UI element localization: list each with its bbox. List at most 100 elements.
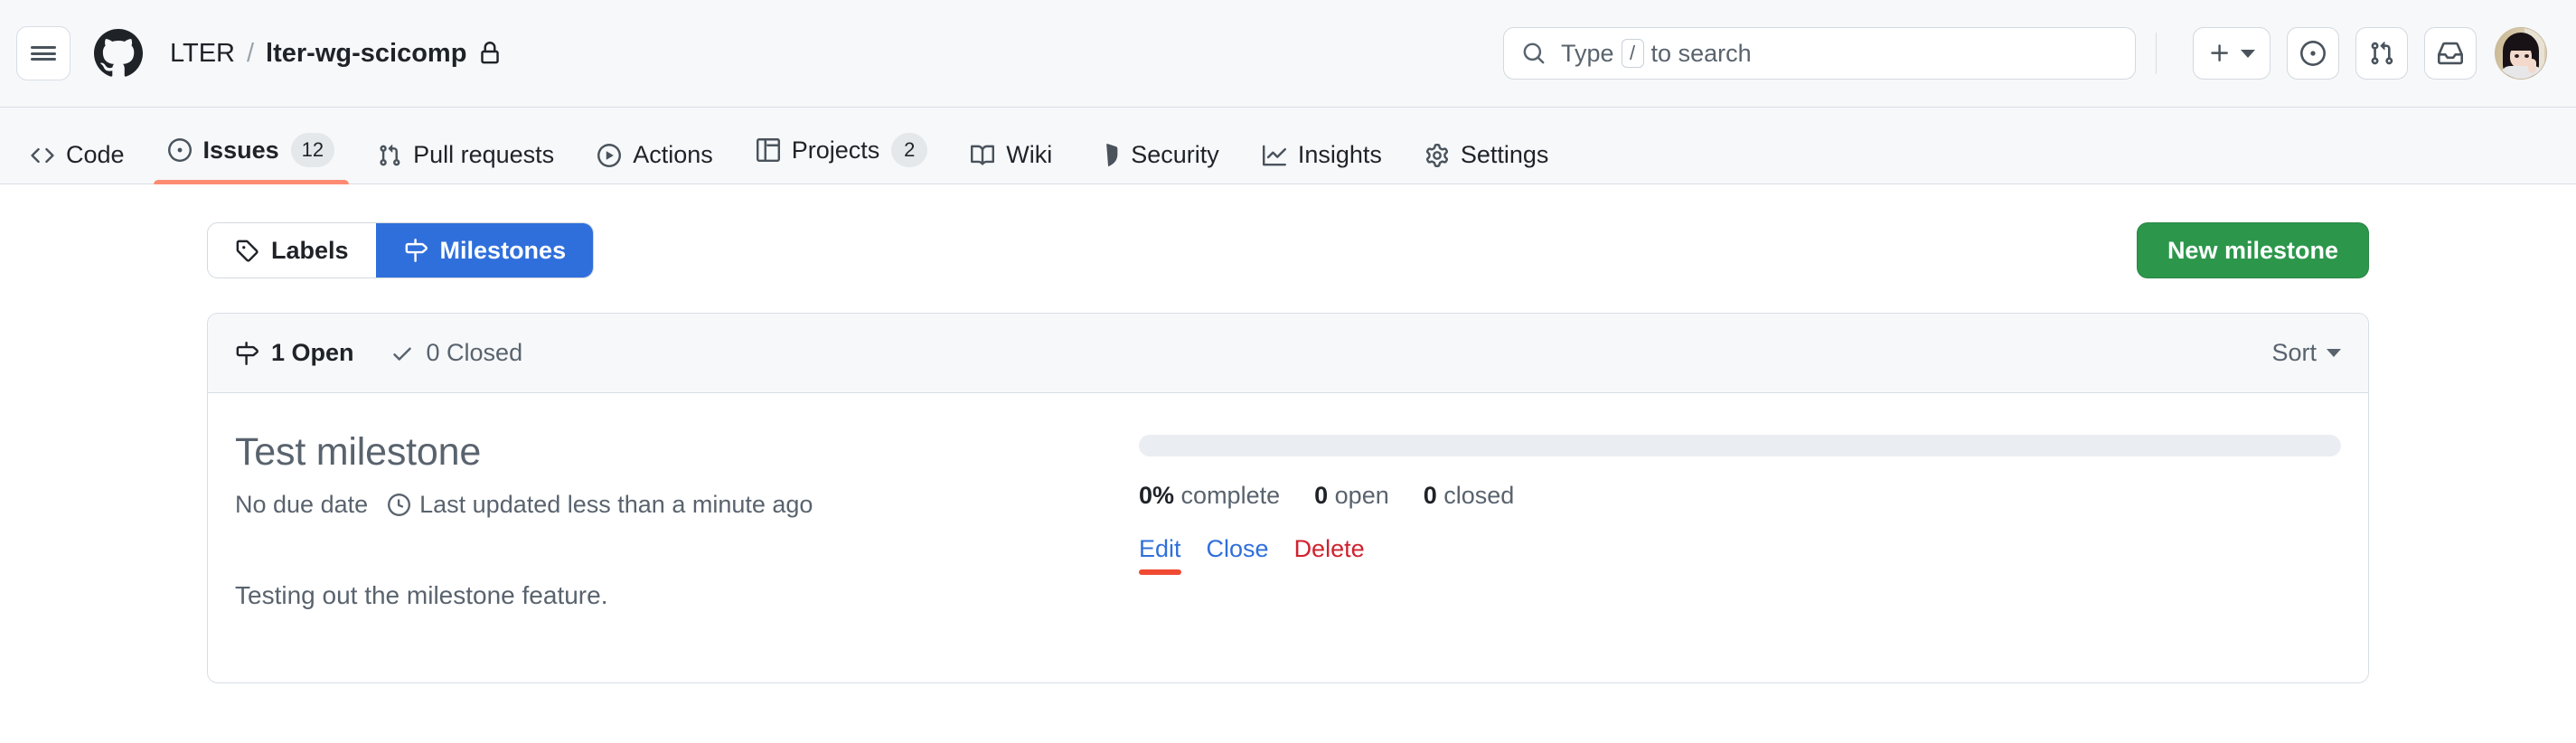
tab-issues-label: Issues (202, 136, 279, 164)
labels-tab-button[interactable]: Labels (208, 223, 376, 277)
code-icon (31, 147, 54, 163)
tab-pull-requests-label: Pull requests (413, 141, 555, 168)
search-placeholder-suffix: to search (1650, 39, 1752, 67)
breadcrumb-separator: / (246, 38, 255, 68)
header-actions: Type / to search (1503, 27, 2547, 80)
breadcrumb: LTER / lter-wg-scicomp (170, 39, 502, 69)
close-milestone-link[interactable]: Close (1207, 535, 1269, 563)
milestone-actions: Edit Close Delete (1139, 535, 2341, 575)
open-milestones-label: 1 Open (271, 339, 354, 366)
milestone-icon (405, 239, 428, 262)
labels-milestones-toggle: Labels Milestones (207, 222, 595, 278)
breadcrumb-repo[interactable]: lter-wg-scicomp (266, 39, 466, 69)
tab-wiki[interactable]: Wiki (956, 143, 1067, 183)
sort-dropdown[interactable]: Sort (2271, 339, 2341, 367)
tab-issues-count: 12 (290, 133, 335, 167)
milestone-updated: Last updated less than a minute ago (419, 490, 813, 518)
edit-milestone-link[interactable]: Edit (1139, 535, 1181, 575)
breadcrumb-owner[interactable]: LTER (170, 39, 235, 69)
tab-code-label: Code (66, 141, 125, 168)
pull-requests-button[interactable] (2355, 27, 2408, 80)
tab-pull-requests[interactable]: Pull requests (363, 143, 569, 183)
git-pull-request-icon (380, 144, 400, 165)
clock-icon (388, 493, 411, 516)
search-shortcut-key: / (1621, 39, 1644, 68)
stat-open-label: open (1334, 482, 1389, 509)
git-pull-request-icon (2371, 42, 2393, 65)
header-divider (2156, 33, 2157, 74)
milestone-stats: 0% complete 0 open 0 closed (1139, 482, 2341, 510)
check-icon (392, 347, 411, 361)
labels-tab-label: Labels (271, 236, 349, 264)
tab-code[interactable]: Code (16, 143, 139, 183)
search-placeholder: Type / to search (1561, 39, 1752, 68)
tab-actions-label: Actions (633, 141, 713, 168)
tab-security[interactable]: Security (1081, 143, 1234, 183)
milestone-row: Test milestone No due date Last updated … (208, 393, 2368, 682)
tab-insights-label: Insights (1297, 141, 1382, 168)
shield-icon (1106, 143, 1118, 166)
inbox-icon (2438, 42, 2463, 65)
search-placeholder-prefix: Type (1561, 39, 1614, 67)
milestone-icon (236, 341, 259, 365)
milestones-card: 1 Open 0 Closed Sort Test milestone No d… (207, 313, 2369, 683)
delete-milestone-link[interactable]: Delete (1294, 535, 1365, 563)
milestone-info-column: Test milestone No due date Last updated … (235, 429, 1139, 641)
hamburger-icon (31, 46, 56, 49)
tab-projects[interactable]: Projects 2 (742, 133, 943, 183)
plus-icon (2211, 44, 2228, 61)
tab-projects-label: Projects (791, 136, 880, 164)
stat-closed-label: closed (1443, 482, 1515, 509)
hamburger-menu-button[interactable] (16, 26, 71, 80)
tag-icon (236, 240, 259, 262)
chevron-down-icon (2327, 349, 2341, 357)
closed-milestones-filter[interactable]: 0 Closed (390, 339, 523, 367)
book-icon (971, 145, 995, 165)
tab-projects-count: 2 (891, 133, 928, 167)
milestone-description: Testing out the milestone feature. (235, 580, 608, 609)
milestones-card-header: 1 Open 0 Closed Sort (208, 314, 2368, 393)
issue-opened-icon (2300, 41, 2326, 66)
tab-settings[interactable]: Settings (1411, 143, 1564, 183)
sort-label: Sort (2271, 339, 2317, 366)
milestone-due-date: No due date (235, 490, 369, 518)
issue-opened-icon (167, 138, 192, 162)
new-milestone-button[interactable]: New milestone (2136, 222, 2369, 278)
github-logo-icon[interactable] (94, 29, 143, 78)
milestones-subnav: Labels Milestones New milestone (207, 222, 2369, 278)
global-header: LTER / lter-wg-scicomp Type / to search (0, 0, 2576, 108)
milestone-progress-column: 0% complete 0 open 0 closed Edit Close D… (1139, 429, 2341, 641)
stat-percent-label: complete (1180, 482, 1281, 509)
tab-issues[interactable]: Issues 12 (153, 133, 350, 184)
stat-open-issues[interactable]: 0 open (1314, 482, 1389, 510)
table-icon (756, 138, 780, 162)
milestones-tab-button[interactable]: Milestones (375, 223, 594, 277)
stat-closed-issues[interactable]: 0 closed (1424, 482, 1515, 510)
tab-insights[interactable]: Insights (1248, 143, 1396, 183)
tab-settings-label: Settings (1460, 141, 1549, 168)
milestone-progress-bar (1139, 435, 2341, 456)
stat-percent-value: 0% (1139, 482, 1175, 509)
search-input[interactable]: Type / to search (1503, 27, 2136, 80)
stat-percent-complete[interactable]: 0% complete (1139, 482, 1280, 510)
lock-icon (478, 42, 502, 65)
user-avatar[interactable] (2495, 27, 2547, 80)
tab-wiki-label: Wiki (1006, 141, 1053, 168)
graph-icon (1262, 145, 1286, 165)
notifications-button[interactable] (2424, 27, 2477, 80)
milestone-title[interactable]: Test milestone (235, 429, 1139, 476)
content-container: Labels Milestones New milestone 1 Open 0… (183, 222, 2393, 683)
chevron-down-icon (2241, 49, 2255, 58)
gear-icon (1425, 143, 1448, 167)
milestones-tab-label: Milestones (439, 236, 567, 264)
stat-closed-value: 0 (1423, 482, 1437, 509)
issues-button[interactable] (2287, 27, 2339, 80)
milestone-meta: No due date Last updated less than a min… (235, 491, 1139, 519)
open-milestones-filter[interactable]: 1 Open (235, 339, 354, 367)
closed-milestones-label: 0 Closed (426, 339, 523, 366)
play-icon (597, 143, 622, 167)
tab-actions[interactable]: Actions (583, 143, 728, 183)
stat-open-value: 0 (1314, 482, 1329, 509)
repository-nav: Code Issues 12 Pull requests Actions Pro… (0, 108, 2576, 184)
create-new-menu-button[interactable] (2193, 27, 2270, 80)
